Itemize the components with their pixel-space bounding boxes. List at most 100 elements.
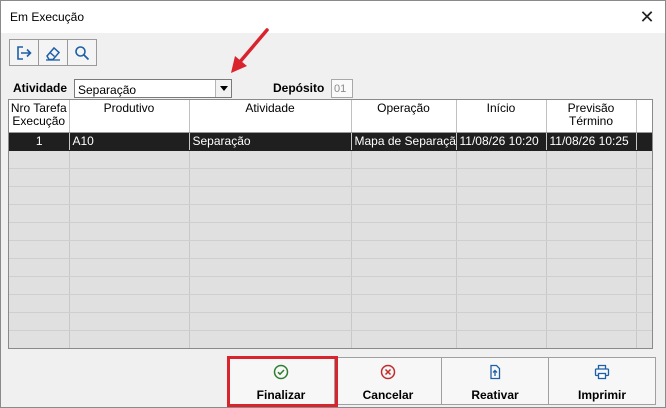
printer-icon xyxy=(594,364,610,380)
check-circle-icon xyxy=(273,364,289,380)
empty-cell xyxy=(69,294,190,313)
empty-cell xyxy=(189,240,352,259)
empty-cell xyxy=(546,294,637,313)
imprimir-button[interactable]: Imprimir xyxy=(548,357,656,405)
empty-table-row[interactable] xyxy=(9,204,652,223)
empty-table-row[interactable] xyxy=(9,240,652,259)
empty-cell xyxy=(456,258,547,277)
empty-table-row[interactable] xyxy=(9,294,652,313)
col-operacao[interactable]: Operação xyxy=(351,100,457,133)
eraser-icon xyxy=(46,46,61,61)
exit-icon xyxy=(17,45,32,60)
cancelar-button[interactable]: Cancelar xyxy=(334,357,442,405)
col-atividade[interactable]: Atividade xyxy=(189,100,352,133)
close-icon[interactable]: ✕ xyxy=(633,5,661,29)
empty-table-row[interactable] xyxy=(9,168,652,187)
empty-cell xyxy=(189,312,352,331)
col-produtivo[interactable]: Produtivo xyxy=(69,100,190,133)
empty-cell xyxy=(351,240,457,259)
empty-cell xyxy=(546,150,637,169)
empty-table-row[interactable] xyxy=(9,222,652,241)
empty-table-row[interactable] xyxy=(9,150,652,169)
cell-extra xyxy=(636,132,652,151)
exit-button[interactable] xyxy=(9,39,39,66)
dropdown-arrow-button[interactable] xyxy=(215,80,231,97)
empty-cell xyxy=(189,294,352,313)
empty-cell xyxy=(9,330,70,348)
empty-cell xyxy=(351,294,457,313)
empty-cell xyxy=(69,330,190,348)
imprimir-label: Imprimir xyxy=(577,388,626,402)
empty-cell xyxy=(9,186,70,205)
empty-cell xyxy=(636,276,652,295)
atividade-value: Separação xyxy=(78,83,137,97)
empty-cell xyxy=(189,330,352,348)
empty-cell xyxy=(636,312,652,331)
empty-cell xyxy=(189,276,352,295)
empty-table-row[interactable] xyxy=(9,258,652,277)
empty-cell xyxy=(351,204,457,223)
empty-cell xyxy=(351,276,457,295)
atividade-select[interactable]: Separação xyxy=(74,79,232,98)
empty-cell xyxy=(9,276,70,295)
empty-cell xyxy=(351,258,457,277)
empty-cell xyxy=(69,312,190,331)
table-row[interactable]: 1 A10 Separação Mapa de Separação 11/08/… xyxy=(9,132,652,151)
em-execucao-window: Em Execução ✕ Atividade Separação Depósi… xyxy=(0,0,666,408)
empty-table-row[interactable] xyxy=(9,330,652,348)
empty-cell xyxy=(456,276,547,295)
reactivate-document-icon xyxy=(490,364,501,380)
empty-cell xyxy=(636,186,652,205)
empty-cell xyxy=(636,240,652,259)
empty-cell xyxy=(351,312,457,331)
empty-cell xyxy=(189,222,352,241)
empty-table-row[interactable] xyxy=(9,276,652,295)
empty-cell xyxy=(9,168,70,187)
empty-cell xyxy=(636,330,652,348)
empty-cell xyxy=(636,258,652,277)
empty-cell xyxy=(9,240,70,259)
col-previsao[interactable]: Previsão Término xyxy=(546,100,637,133)
empty-table-row[interactable] xyxy=(9,312,652,331)
col-inicio[interactable]: Início xyxy=(456,100,547,133)
deposito-field[interactable]: 01 xyxy=(331,79,353,98)
empty-cell xyxy=(456,150,547,169)
empty-cell xyxy=(456,294,547,313)
cell-inicio: 11/08/26 10:20 xyxy=(456,132,547,151)
empty-cell xyxy=(69,258,190,277)
empty-cell xyxy=(351,150,457,169)
action-bar: Finalizar Cancelar Reativar Imprimir xyxy=(227,357,656,405)
empty-cell xyxy=(546,240,637,259)
cell-atividade: Separação xyxy=(189,132,352,151)
col-nro-tarefa[interactable]: Nro Tarefa Execução xyxy=(9,100,70,133)
atividade-label: Atividade xyxy=(13,81,68,95)
cancel-circle-icon xyxy=(380,364,396,380)
empty-cell xyxy=(546,312,637,331)
finalizar-button[interactable]: Finalizar xyxy=(227,357,335,405)
empty-cell xyxy=(546,276,637,295)
empty-cell xyxy=(636,294,652,313)
empty-table-row[interactable] xyxy=(9,186,652,205)
empty-cell xyxy=(9,294,70,313)
red-arrow-annotation xyxy=(231,28,269,73)
empty-cell xyxy=(456,330,547,348)
reativar-label: Reativar xyxy=(471,388,519,402)
empty-cell xyxy=(69,168,190,187)
grid-bottom-divider xyxy=(8,349,658,352)
clear-button[interactable] xyxy=(38,39,68,66)
empty-cell xyxy=(9,258,70,277)
title-bar: Em Execução ✕ xyxy=(1,1,665,33)
header-row: Nro Tarefa Execução Produtivo Atividade O… xyxy=(9,100,652,133)
empty-cell xyxy=(69,150,190,169)
col-extra xyxy=(636,100,652,133)
reativar-button[interactable]: Reativar xyxy=(441,357,549,405)
empty-cell xyxy=(9,312,70,331)
search-button[interactable] xyxy=(67,39,97,66)
empty-cell xyxy=(636,150,652,169)
empty-cell xyxy=(456,186,547,205)
empty-cell xyxy=(69,186,190,205)
cancelar-label: Cancelar xyxy=(362,388,414,402)
empty-cell xyxy=(546,186,637,205)
empty-cell xyxy=(189,204,352,223)
finalizar-label: Finalizar xyxy=(256,388,306,402)
